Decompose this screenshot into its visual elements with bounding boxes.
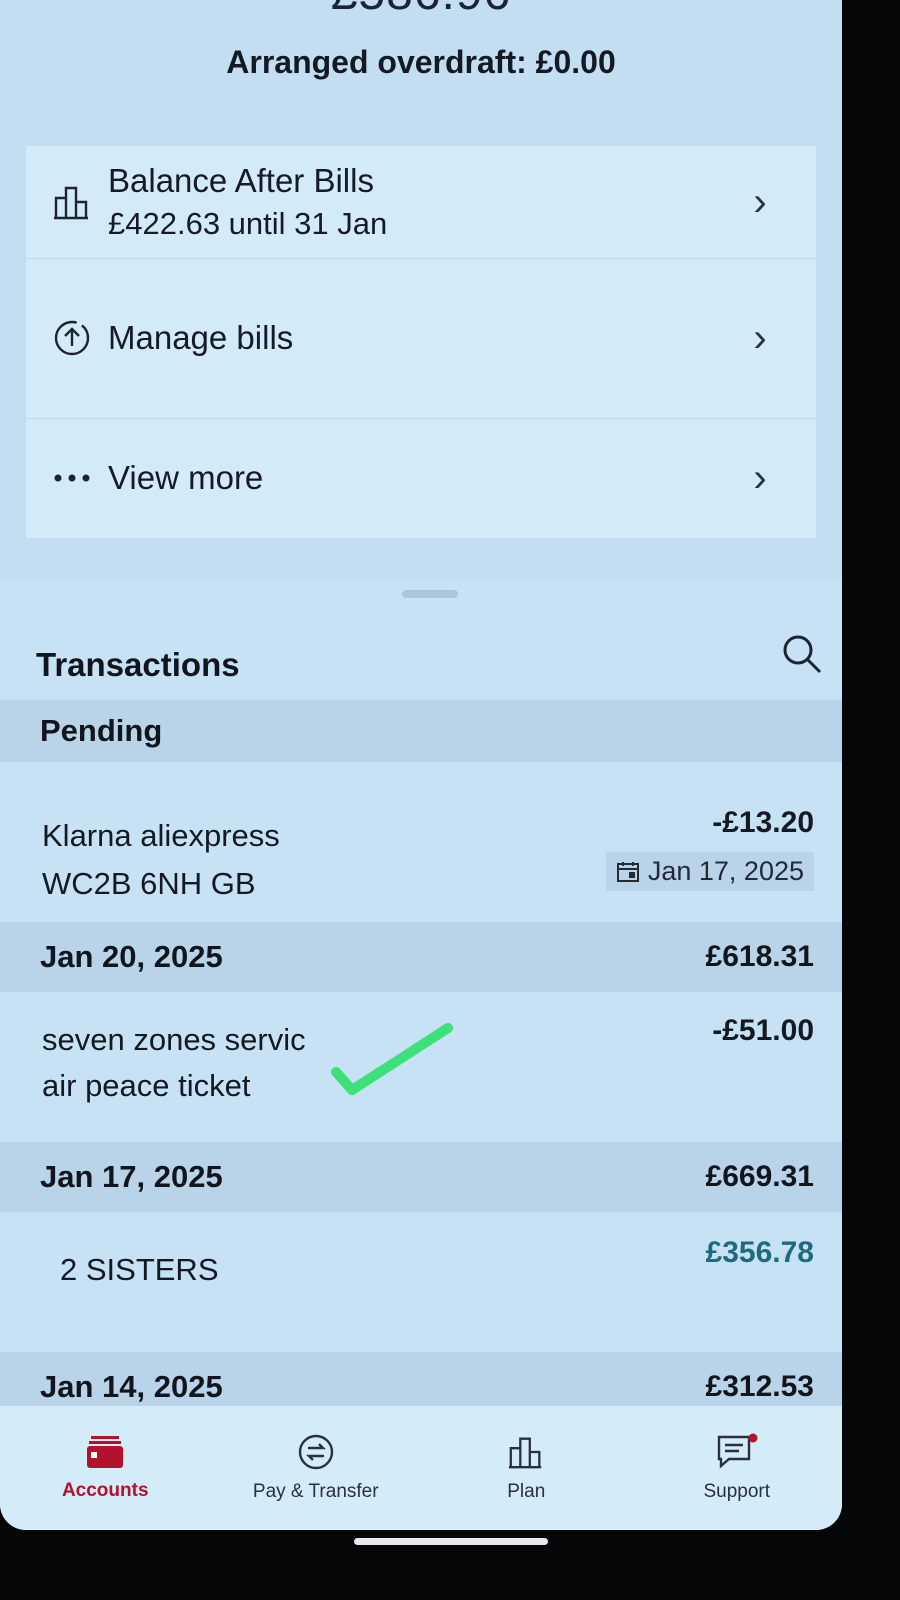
chat-icon — [717, 1433, 758, 1469]
date-header: Jan 20, 2025 £618.31 — [0, 922, 842, 992]
section-label: Pending — [40, 713, 163, 748]
transaction-date-tag: Jan 17, 2025 — [605, 852, 814, 891]
menu-item-subtitle: £422.63 until 31 Jan — [108, 206, 388, 241]
menu-item-title: Manage bills — [108, 319, 294, 356]
transaction-row[interactable]: Klarna aliexpress WC2B 6NH GB -£13.20 Ja… — [0, 762, 842, 922]
menu-item-title: Balance After Bills — [108, 162, 374, 199]
tab-label: Accounts — [61, 1480, 149, 1501]
tab-label: Plan — [507, 1481, 546, 1502]
transactions-title: Transactions — [36, 646, 240, 683]
transaction-merchant: Klarna aliexpress — [42, 818, 280, 853]
transaction-location: WC2B 6NH GB — [42, 866, 256, 901]
transaction-amount: -£13.20 — [712, 806, 814, 839]
app-screen: £586.96 Arranged overdraft: £0.00 Balanc… — [0, 0, 842, 1530]
bar-chart-icon — [52, 182, 108, 222]
date-header: Jan 17, 2025 £669.31 — [0, 1142, 842, 1212]
chevron-right-icon: › — [753, 315, 767, 360]
account-actions-card: Balance After Bills £422.63 until 31 Jan… — [26, 146, 816, 538]
menu-item-title: View more — [108, 459, 264, 496]
tab-support[interactable]: Support — [632, 1406, 843, 1530]
transaction-date: Jan 17, 2025 — [647, 856, 804, 886]
transaction-amount: £356.78 — [705, 1236, 814, 1269]
section-date: Jan 17, 2025 — [40, 1159, 223, 1194]
tab-accounts[interactable]: Accounts — [0, 1406, 211, 1530]
transaction-merchant: seven zones servic — [42, 1022, 306, 1057]
transaction-reference: air peace ticket — [42, 1068, 251, 1103]
pending-header: Pending — [0, 700, 842, 762]
balance-after-bills-row[interactable]: Balance After Bills £422.63 until 31 Jan… — [26, 146, 816, 259]
tab-label: Support — [703, 1481, 771, 1502]
account-balance: £586.96 — [0, 0, 842, 21]
chevron-right-icon: › — [753, 455, 767, 500]
tab-plan[interactable]: Plan — [421, 1406, 632, 1530]
running-balance: £618.31 — [705, 940, 814, 973]
bills-icon — [52, 318, 108, 358]
section-date: Jan 20, 2025 — [40, 939, 223, 974]
tab-pay-transfer[interactable]: Pay & Transfer — [211, 1406, 422, 1530]
transaction-amount: -£51.00 — [712, 1014, 814, 1047]
running-balance: £312.53 — [705, 1370, 814, 1403]
running-balance: £669.31 — [705, 1160, 814, 1193]
more-dots-icon — [52, 472, 108, 484]
bar-chart-icon — [509, 1437, 542, 1469]
search-icon[interactable] — [780, 632, 824, 676]
wallet-icon — [87, 1436, 124, 1468]
arranged-overdraft: Arranged overdraft: £0.00 — [226, 44, 616, 80]
tab-label: Pay & Transfer — [252, 1481, 379, 1502]
transfer-icon — [298, 1434, 333, 1470]
section-date: Jan 14, 2025 — [40, 1369, 223, 1404]
view-more-row[interactable]: View more › — [26, 418, 816, 538]
calendar-icon — [616, 861, 639, 882]
home-indicator[interactable] — [354, 1538, 548, 1545]
drag-handle[interactable] — [402, 590, 458, 598]
transaction-merchant: 2 SISTERS — [60, 1252, 219, 1287]
bottom-tab-bar: Accounts Pay & Transfer Plan Support — [0, 1406, 842, 1530]
manage-bills-row[interactable]: Manage bills › — [26, 258, 816, 419]
chevron-right-icon: › — [753, 179, 767, 224]
checkmark-annotation — [331, 1023, 453, 1095]
transaction-row[interactable]: 2 SISTERS £356.78 — [0, 1212, 842, 1352]
